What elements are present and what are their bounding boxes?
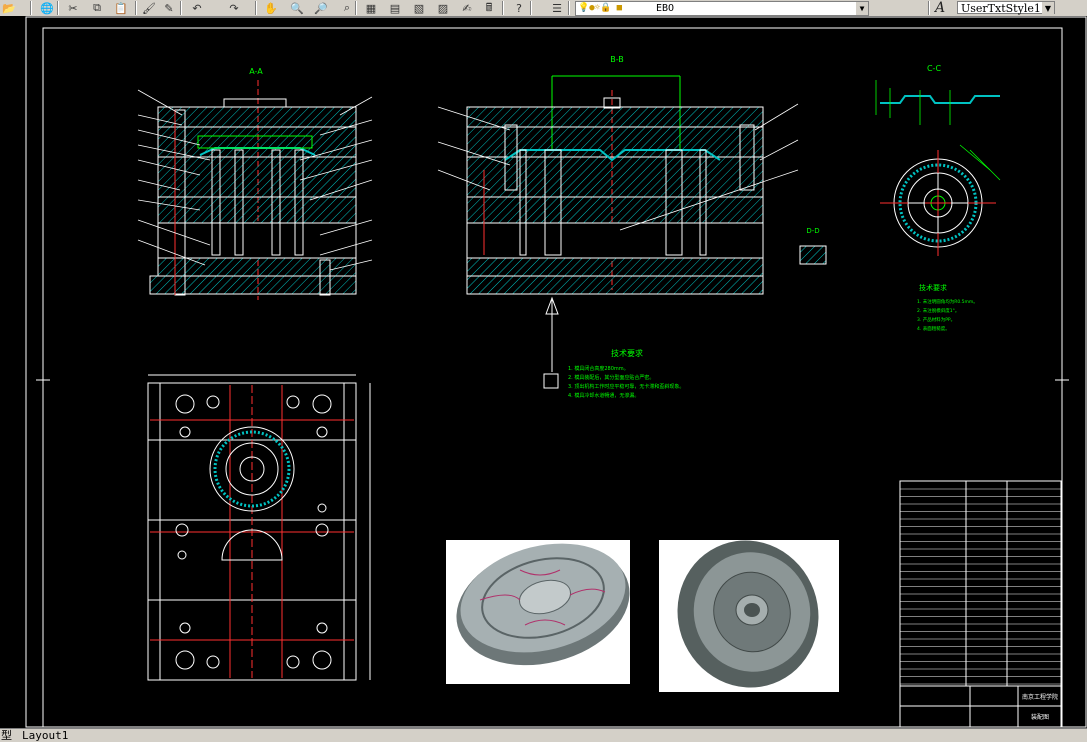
- chevron-down-icon[interactable]: ▼: [856, 2, 868, 15]
- toolbar-separator: [255, 1, 257, 15]
- properties-icon[interactable]: ▦: [362, 0, 380, 16]
- tab-layout1[interactable]: Layout1: [22, 729, 68, 742]
- zoom-previous-icon[interactable]: ⌕: [338, 0, 356, 16]
- zoom-realtime-icon[interactable]: 🔍: [288, 0, 306, 16]
- text-style-dropdown[interactable]: UserTxtStyle1 ▼: [957, 1, 1055, 15]
- toolbar-separator: [502, 1, 504, 15]
- zoom-window-icon[interactable]: 🔎: [312, 0, 330, 16]
- tech-note-4: 4. 模具冷却水道畅通，无渗漏。: [568, 392, 639, 399]
- tool-palettes-icon[interactable]: ▧: [410, 0, 428, 16]
- publish-icon[interactable]: 🌐: [38, 0, 56, 16]
- title-block-drawing-name: 装配图: [1031, 713, 1049, 721]
- markup-icon[interactable]: ✍: [458, 0, 476, 16]
- product-render-bottom: [659, 540, 839, 692]
- copy-icon[interactable]: ⧉: [88, 0, 106, 16]
- tech-req-title-main: 技术要求: [611, 348, 643, 358]
- pan-icon[interactable]: ✋: [262, 0, 280, 16]
- layer-name: EBO: [656, 3, 675, 14]
- layer-dropdown[interactable]: 💡●☼🔒 ■ EBO ▼: [575, 1, 869, 16]
- brush-icon[interactable]: ✎: [160, 0, 178, 16]
- sheet-set-icon[interactable]: ▨: [434, 0, 452, 16]
- toolbar-separator: [135, 1, 137, 15]
- calculator-icon[interactable]: 🖩: [480, 0, 498, 16]
- tech-note-2: 2. 模具装配后，其分型面应贴合严密。: [568, 374, 654, 381]
- layer-manager-icon[interactable]: ☰: [548, 0, 566, 16]
- tab-model[interactable]: 型: [1, 729, 12, 742]
- toolbar-separator: [355, 1, 357, 15]
- standard-toolbar: 📂 🌐 ✂ ⧉ 📋 🖌 ✎ ↶ ↷ ✋ 🔍 🔎 ⌕ ▦ ▤ ▧ ▨ ✍ 🖩? ☰: [0, 0, 1087, 17]
- open-icon[interactable]: 📂: [0, 0, 18, 16]
- tech-note-right-2: 2. 未注脱模斜度1°。: [917, 307, 959, 314]
- help-icon[interactable]: ?: [510, 0, 528, 16]
- match-properties-icon[interactable]: 🖌: [140, 0, 158, 16]
- toolbar-separator: [530, 1, 532, 15]
- title-block-school: 南京工程学院: [1022, 693, 1058, 701]
- tech-note-3: 3. 顶出机构工作时应平稳可靠，无卡滞和歪斜现象。: [568, 383, 684, 390]
- section-cc-label: C-C: [927, 64, 941, 73]
- redo-icon[interactable]: ↷: [225, 0, 243, 16]
- chevron-down-icon[interactable]: ▼: [1042, 2, 1054, 15]
- text-style-icon[interactable]: A: [935, 0, 955, 16]
- drawing-canvas[interactable]: A-A B-B D-D C-C 技术要求 1. 模具闭合高度280mm。 2. …: [0, 16, 1087, 728]
- layer-state-icons: 💡●☼🔒 ■: [578, 3, 623, 13]
- section-aa-label: A-A: [249, 67, 263, 76]
- cut-icon[interactable]: ✂: [64, 0, 82, 16]
- tech-note-1: 1. 模具闭合高度280mm。: [568, 365, 629, 372]
- tech-note-right-3: 3. 产品材料为PP。: [917, 316, 955, 323]
- paste-icon[interactable]: 📋: [112, 0, 130, 16]
- tech-req-title-right: 技术要求: [919, 283, 947, 292]
- product-render-top: [446, 540, 630, 684]
- tech-note-right-1: 1. 未注明圆角均为R0.5mm。: [917, 298, 978, 305]
- toolbar-separator: [568, 1, 570, 15]
- toolbar-separator: [928, 1, 930, 15]
- detail-d-label: D-D: [806, 227, 819, 235]
- text-style-name: UserTxtStyle1: [961, 2, 1041, 15]
- design-center-icon[interactable]: ▤: [386, 0, 404, 16]
- tech-note-right-4: 4. 表面粗糙度。: [917, 325, 950, 332]
- undo-icon[interactable]: ↶: [188, 0, 206, 16]
- toolbar-separator: [57, 1, 59, 15]
- layout-tabs: 型 Layout1: [0, 728, 1087, 742]
- section-bb-label: B-B: [610, 55, 624, 64]
- toolbar-separator: [30, 1, 32, 15]
- toolbar-separator: [180, 1, 182, 15]
